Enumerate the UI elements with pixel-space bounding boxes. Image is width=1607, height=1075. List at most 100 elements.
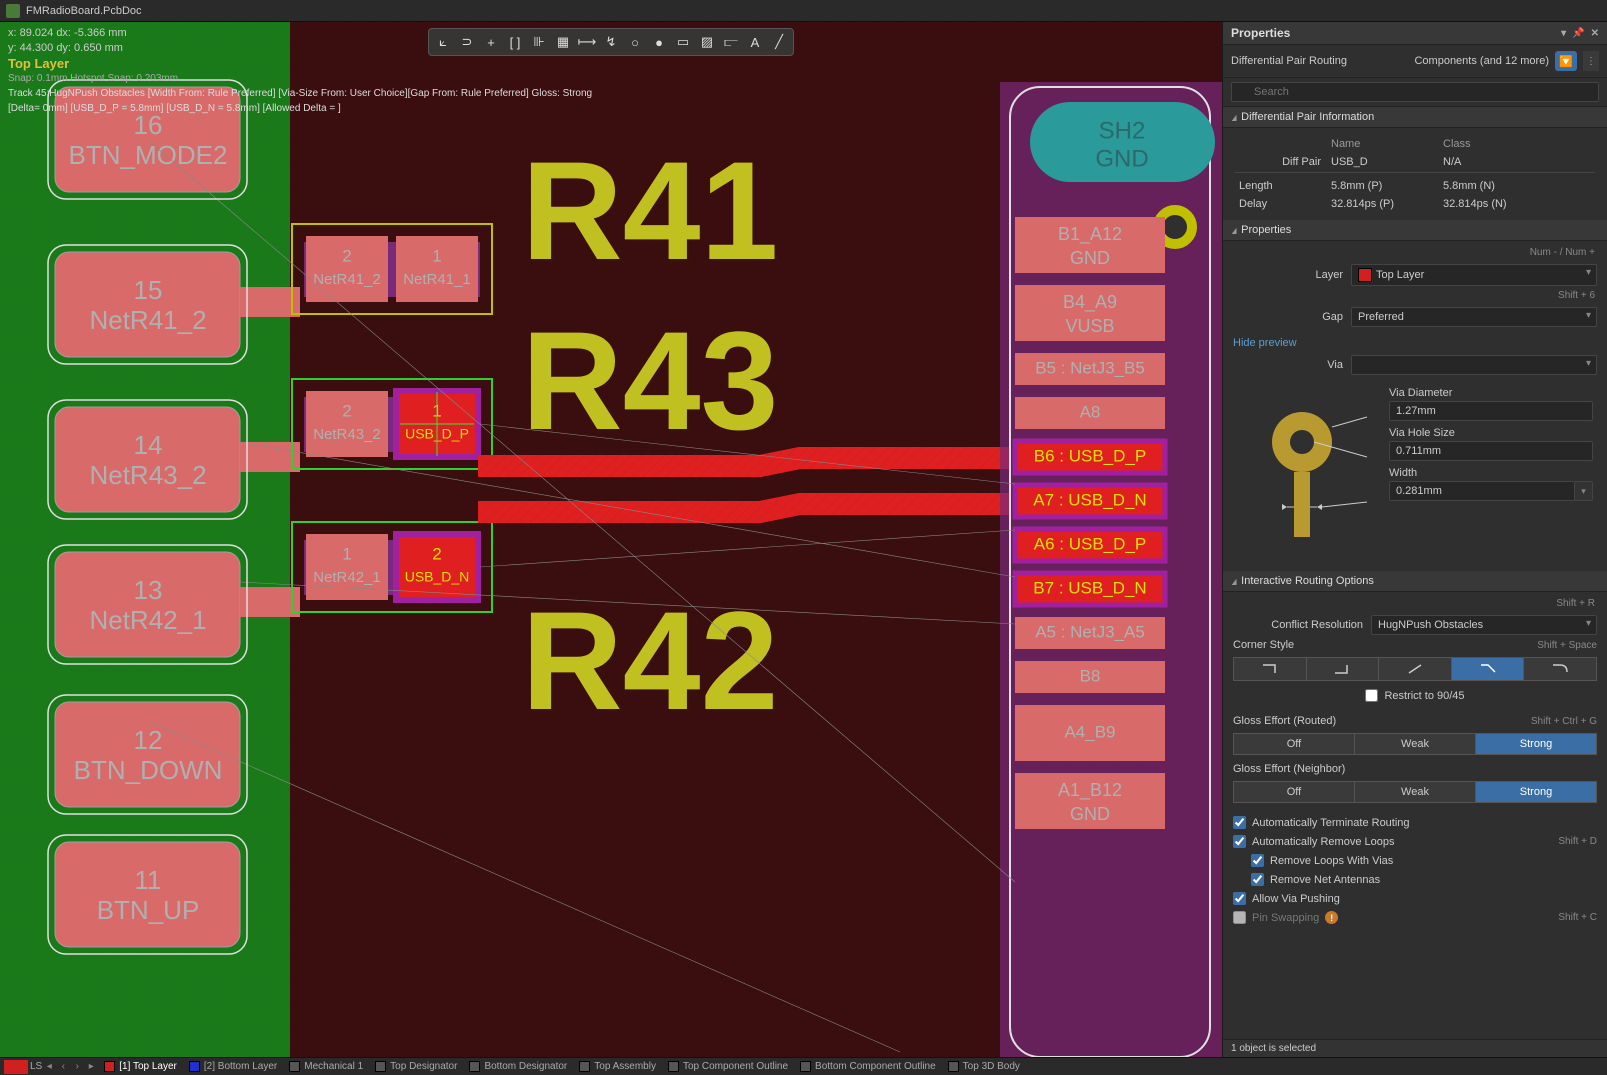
text-tool-icon[interactable]: A <box>744 31 766 53</box>
corner-45-a[interactable] <box>1379 657 1452 681</box>
dpi-section-header[interactable]: Differential Pair Information <box>1223 107 1607 128</box>
chk-remove-antennas[interactable] <box>1251 873 1264 886</box>
chk-auto-terminate-label: Automatically Terminate Routing <box>1252 817 1410 829</box>
crosshair-icon[interactable]: + <box>480 31 502 53</box>
dpi-diffpair-class[interactable]: N/A <box>1439 154 1595 170</box>
width-dropdown-icon[interactable]: ▾ <box>1575 481 1593 501</box>
properties-panel: Properties ▾ 📌 ✕ Differential Pair Routi… <box>1222 22 1607 1057</box>
dpi-col-name: Name <box>1327 136 1437 152</box>
layer-tab[interactable]: Top Component Outline <box>662 1061 794 1072</box>
layer-nav-last[interactable]: ▸ <box>84 1061 98 1072</box>
svg-text:A8: A8 <box>1080 402 1101 421</box>
gloss-neighbor-strong[interactable]: Strong <box>1476 781 1597 803</box>
via-dropdown[interactable] <box>1351 355 1597 375</box>
filter-button[interactable]: 🔽 <box>1555 51 1577 71</box>
chart-icon[interactable]: ⫍ <box>720 31 742 53</box>
svg-text:BTN_UP: BTN_UP <box>97 895 200 925</box>
gloss-routed-weak[interactable]: Weak <box>1355 733 1476 755</box>
props-section-header[interactable]: Properties <box>1223 220 1607 241</box>
square-icon[interactable]: ▭ <box>672 31 694 53</box>
conflict-dropdown[interactable]: HugNPush Obstacles <box>1371 615 1597 635</box>
dpi-delay-n: 32.814ps (N) <box>1439 196 1595 212</box>
props-section-body: Num - / Num + Layer Top Layer Shift + 6 … <box>1223 241 1607 571</box>
dock-icon[interactable]: 📌 <box>1572 28 1584 39</box>
circle-icon[interactable]: ○ <box>624 31 646 53</box>
via-hole-input[interactable] <box>1389 441 1593 461</box>
svg-text:15: 15 <box>134 275 163 305</box>
layer-tab[interactable]: Top Assembly <box>573 1061 662 1072</box>
panel-menu-icon[interactable]: ⋮ <box>1583 51 1599 71</box>
measure-icon[interactable]: ╱ <box>768 31 790 53</box>
hud-snap: Snap: 0.1mm Hotspot Snap: 0.203mm <box>8 71 592 86</box>
chk-remove-loops[interactable] <box>1233 835 1246 848</box>
svg-text:A1_B12: A1_B12 <box>1058 780 1122 801</box>
layer-tab[interactable]: [1] Top Layer <box>98 1061 183 1072</box>
iro-section-header[interactable]: Interactive Routing Options <box>1223 571 1607 592</box>
layer-tab[interactable]: Mechanical 1 <box>283 1061 369 1072</box>
restrict-9045-checkbox[interactable] <box>1365 689 1378 702</box>
close-icon[interactable]: ✕ <box>1591 28 1599 39</box>
dpi-delay-label[interactable]: Delay <box>1235 196 1325 212</box>
dpi-diffpair-name[interactable]: USB_D <box>1327 154 1437 170</box>
width-label: Width <box>1389 467 1593 479</box>
svg-text:B1_A12: B1_A12 <box>1058 224 1122 245</box>
align-icon[interactable]: ⊪ <box>528 31 550 53</box>
gloss-neighbor-weak[interactable]: Weak <box>1355 781 1476 803</box>
gloss-routed-off[interactable]: Off <box>1233 733 1355 755</box>
corner-90-ccw[interactable] <box>1307 657 1380 681</box>
dpi-length-n: 5.8mm (N) <box>1439 178 1595 194</box>
svg-text:2: 2 <box>342 401 351 420</box>
dimension-icon[interactable]: ⟼ <box>576 31 598 53</box>
layer-nav-next[interactable]: › <box>70 1061 84 1072</box>
hud-status-2: [Delta= 0mm] [USB_D_P = 5.8mm] [USB_D_N … <box>8 101 592 116</box>
panel-footer-status: 1 object is selected <box>1223 1039 1607 1057</box>
dot-icon[interactable]: ● <box>648 31 670 53</box>
chk-auto-terminate[interactable] <box>1233 816 1246 829</box>
document-title[interactable]: FMRadioBoard.PcbDoc <box>26 5 142 17</box>
pcb-canvas[interactable]: x: 89.024 dx: -5.366 mm y: 44.300 dy: 0.… <box>0 22 1222 1057</box>
chk-via-push-label: Allow Via Pushing <box>1252 893 1340 905</box>
svg-text:A6 : USB_D_P: A6 : USB_D_P <box>1034 534 1146 553</box>
layer-nav-first[interactable]: ◂ <box>42 1061 56 1072</box>
snap-icon[interactable]: ⊃ <box>456 31 478 53</box>
layer-tab[interactable]: Bottom Component Outline <box>794 1061 942 1072</box>
document-icon <box>6 4 20 18</box>
layer-tab[interactable]: Bottom Designator <box>463 1061 573 1072</box>
svg-text:11: 11 <box>135 865 162 895</box>
width-input[interactable] <box>1389 481 1575 501</box>
chk-via-push[interactable] <box>1233 892 1246 905</box>
layer-dropdown[interactable]: Top Layer <box>1351 264 1597 286</box>
select-tool-icon[interactable]: ⟀ <box>432 31 454 53</box>
active-layer-swatch[interactable] <box>4 1060 28 1074</box>
corner-arc[interactable] <box>1524 657 1597 681</box>
layer-tab[interactable]: Top 3D Body <box>942 1061 1026 1072</box>
gap-dropdown[interactable]: Preferred <box>1351 307 1597 327</box>
svg-text:B8: B8 <box>1080 666 1101 685</box>
chk-remove-vias[interactable] <box>1251 854 1264 867</box>
bracket-icon[interactable]: [ ] <box>504 31 526 53</box>
corner-90-cw[interactable] <box>1233 657 1307 681</box>
iro-hint-r: Shift + R <box>1233 598 1597 611</box>
search-input[interactable] <box>1231 82 1599 102</box>
restrict-9045-label: Restrict to 90/45 <box>1384 690 1464 702</box>
route-icon[interactable]: ↯ <box>600 31 622 53</box>
svg-text:GND: GND <box>1070 248 1110 268</box>
pcb-canvas-svg[interactable]: 16BTN_MODE215NetR41_214NetR43_213NetR42_… <box>0 22 1222 1057</box>
corner-style-hint: Shift + Space <box>1537 640 1597 651</box>
ls-label[interactable]: LS <box>30 1061 42 1072</box>
dpi-length-label[interactable]: Length <box>1235 178 1325 194</box>
hide-preview-link[interactable]: Hide preview <box>1233 337 1297 349</box>
gloss-routed-strong[interactable]: Strong <box>1476 733 1597 755</box>
via-diameter-input[interactable] <box>1389 401 1593 421</box>
layer-tab[interactable]: [2] Bottom Layer <box>183 1061 283 1072</box>
layer-tab-bar: LS ◂‹›▸ [1] Top Layer[2] Bottom LayerMec… <box>0 1057 1607 1075</box>
pin-icon[interactable]: ▾ <box>1561 28 1566 39</box>
panel-mode-sub[interactable]: Components (and 12 more) <box>1414 55 1549 67</box>
corner-45-b[interactable] <box>1452 657 1525 681</box>
gloss-neighbor-off[interactable]: Off <box>1233 781 1355 803</box>
grid-icon[interactable]: ▦ <box>552 31 574 53</box>
layer-nav-prev[interactable]: ‹ <box>56 1061 70 1072</box>
layer-tab[interactable]: Top Designator <box>369 1061 463 1072</box>
diag-icon[interactable]: ▨ <box>696 31 718 53</box>
svg-text:2: 2 <box>342 246 351 265</box>
